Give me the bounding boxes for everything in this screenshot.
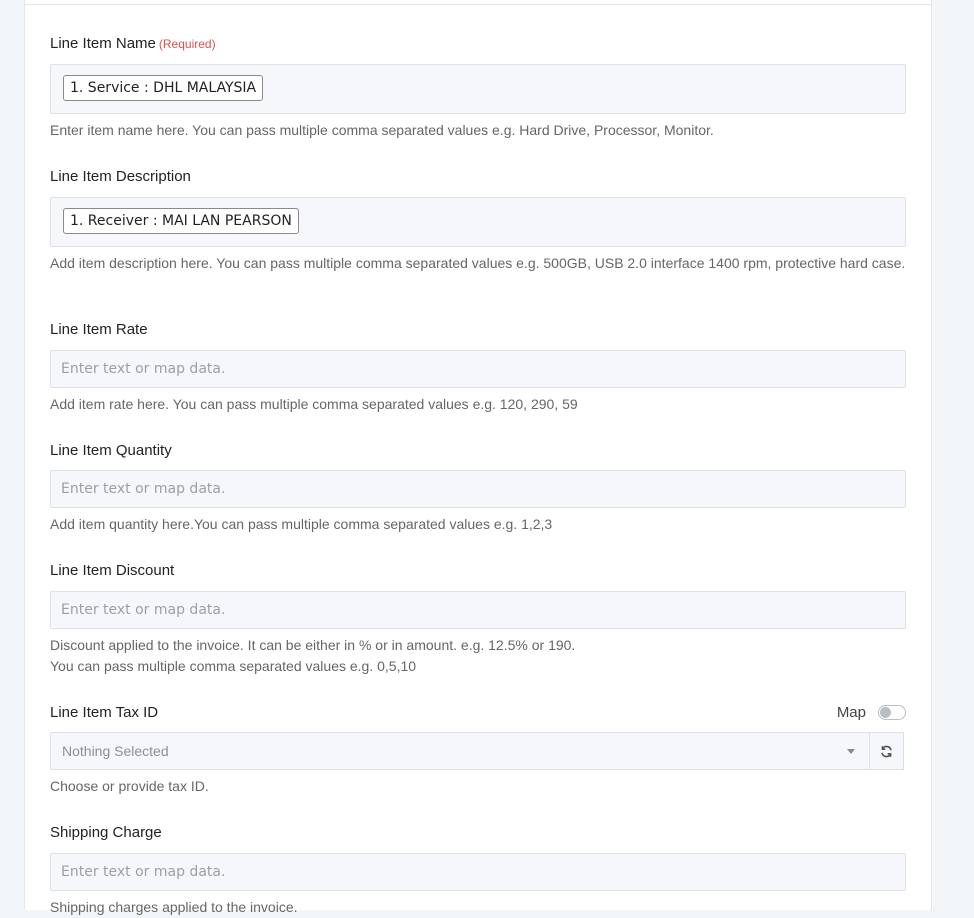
line-item-name-label-text: Line Item Name xyxy=(50,35,156,52)
refresh-button[interactable] xyxy=(870,732,904,770)
top-divider xyxy=(25,4,931,5)
form-panel: Line Item Name (Required) 1. Service : DH… xyxy=(24,0,932,915)
line-item-quantity-input[interactable]: Enter text or map data. xyxy=(50,470,906,508)
line-item-discount-input[interactable]: Enter text or map data. xyxy=(50,591,906,629)
field-line-item-discount: Line Item Discount Enter text or map dat… xyxy=(50,562,906,677)
line-item-name-input[interactable]: 1. Service : DHL MALAYSIA xyxy=(50,64,906,114)
field-line-item-name: Line Item Name (Required) 1. Service : DH… xyxy=(50,35,906,141)
line-item-rate-placeholder: Enter text or map data. xyxy=(61,361,226,377)
caret-down-icon xyxy=(847,749,855,754)
field-line-item-quantity: Line Item Quantity Enter text or map dat… xyxy=(50,442,906,535)
line-item-name-chip[interactable]: 1. Service : DHL MALAYSIA xyxy=(63,75,264,101)
field-shipping-charge: Shipping Charge Enter text or map data. … xyxy=(50,824,906,918)
map-toggle-group: Map xyxy=(837,704,906,721)
line-item-quantity-label: Line Item Quantity xyxy=(50,442,172,459)
line-item-name-label: Line Item Name (Required) xyxy=(50,35,906,53)
tax-id-selected-value: Nothing Selected xyxy=(62,743,169,759)
field-line-item-description: Line Item Description 1. Receiver : MAI … xyxy=(50,168,906,274)
refresh-icon xyxy=(881,745,892,757)
line-item-tax-id-help: Choose or provide tax ID. xyxy=(50,778,209,794)
line-item-rate-help: Add item rate here. You can pass multipl… xyxy=(50,396,578,412)
line-item-description-help: Add item description here. You can pass … xyxy=(50,255,906,271)
toggle-knob xyxy=(880,707,891,718)
line-item-discount-placeholder: Enter text or map data. xyxy=(61,602,226,618)
map-toggle[interactable] xyxy=(878,705,906,720)
line-item-discount-help-line2: You can pass multiple comma separated va… xyxy=(50,658,417,674)
line-item-quantity-placeholder: Enter text or map data. xyxy=(61,481,226,497)
line-item-description-input[interactable]: 1. Receiver : MAI LAN PEARSON xyxy=(50,197,906,247)
field-line-item-rate: Line Item Rate Enter text or map data. A… xyxy=(50,321,906,415)
line-item-rate-label: Line Item Rate xyxy=(50,321,148,338)
tax-id-select[interactable]: Nothing Selected xyxy=(50,732,870,770)
line-item-quantity-help: Add item quantity here.You can pass mult… xyxy=(50,516,553,532)
line-item-name-help: Enter item name here. You can pass multi… xyxy=(50,122,714,138)
line-item-rate-input[interactable]: Enter text or map data. xyxy=(50,350,906,388)
line-item-tax-id-label: Line Item Tax ID xyxy=(50,704,159,721)
shipping-charge-label: Shipping Charge xyxy=(50,824,162,841)
line-item-description-label: Line Item Description xyxy=(50,168,191,185)
line-item-discount-help: Discount applied to the invoice. It can … xyxy=(50,635,906,677)
shipping-charge-input[interactable]: Enter text or map data. xyxy=(50,853,906,891)
map-label: Map xyxy=(836,704,866,721)
required-indicator: (Required) xyxy=(158,37,216,51)
line-item-discount-help-line1: Discount applied to the invoice. It can … xyxy=(50,637,576,653)
shipping-charge-help: Shipping charges applied to the invoice. xyxy=(50,899,298,915)
tax-id-select-row: Nothing Selected xyxy=(50,732,904,770)
shipping-charge-placeholder: Enter text or map data. xyxy=(61,864,226,880)
line-item-discount-label: Line Item Discount xyxy=(50,562,175,579)
field-line-item-tax-id: Line Item Tax ID Map Nothing Selected Ch… xyxy=(50,704,906,797)
line-item-description-chip[interactable]: 1. Receiver : MAI LAN PEARSON xyxy=(63,208,299,234)
